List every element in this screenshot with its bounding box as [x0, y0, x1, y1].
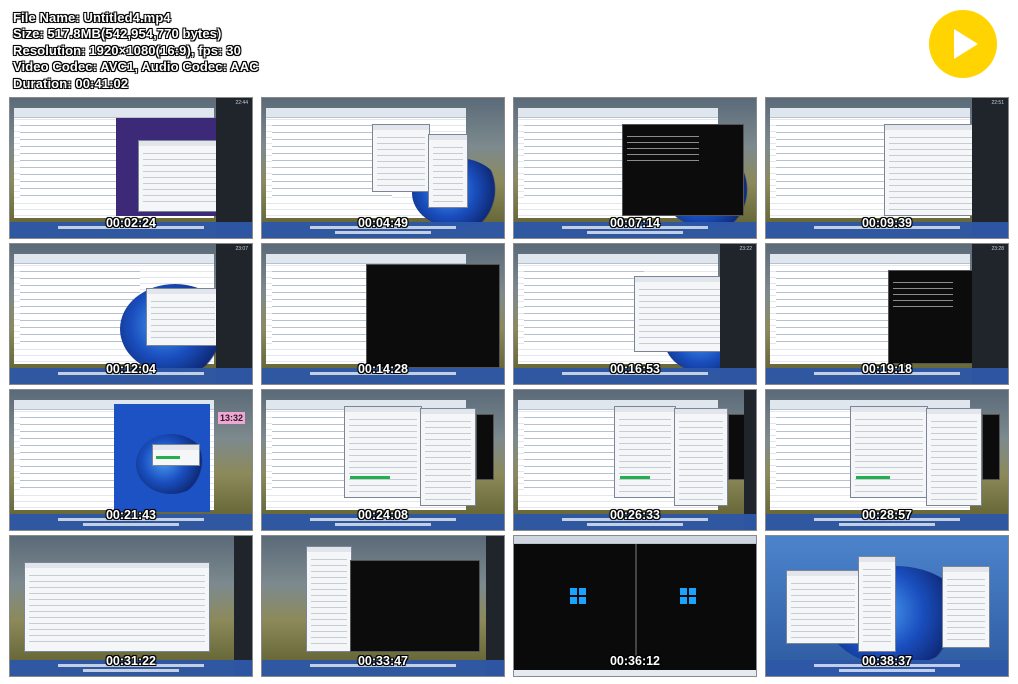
- explorer-window: [24, 562, 210, 652]
- dialog-window: [138, 140, 222, 212]
- vm-info-panel: [420, 408, 476, 506]
- settings-window-2: [942, 566, 990, 648]
- progress-bar-fill: [856, 476, 890, 479]
- sticky-note: 13:32: [218, 412, 246, 424]
- thumbnail[interactable]: 22:44 00:02:24: [9, 97, 253, 239]
- file-size-text: Size: 517.8MB(542,954,770 bytes): [13, 26, 222, 42]
- black-panel: [350, 560, 480, 652]
- vm-info-panel: [926, 408, 982, 506]
- thumbnail-timestamp: 00:26:33: [609, 508, 661, 522]
- thumbnail-timestamp: 00:21:43: [105, 508, 157, 522]
- explorer-window: [306, 546, 352, 652]
- thumbnail-timestamp: 00:14:28: [357, 362, 409, 376]
- file-name-text: File Name: Untitled4.mp4: [13, 10, 171, 25]
- settings-window: [786, 570, 860, 644]
- console-window: [622, 124, 744, 216]
- vm-settings-window: [850, 406, 928, 498]
- thumbnail[interactable]: 23:07 00:12:04: [9, 243, 253, 385]
- thumbnail-timestamp: 00:02:24: [105, 216, 157, 230]
- thumbnail[interactable]: 00:04:49: [261, 97, 505, 239]
- thumbnail-timestamp: 00:07:14: [609, 216, 661, 230]
- thumbnail[interactable]: 00:26:33: [513, 389, 757, 531]
- black-panel: [366, 264, 500, 368]
- thumbnail-timestamp: 00:38:37: [861, 654, 913, 668]
- file-info-block: File Name: Untitled4.mp4 Size: 517.8MB(5…: [13, 10, 259, 92]
- vm-preview: [476, 414, 494, 480]
- thumbnail[interactable]: 00:38:37: [765, 535, 1009, 677]
- side-panel: [428, 134, 468, 208]
- thumbnail[interactable]: 23:28 00:19:18: [765, 243, 1009, 385]
- thumbnail[interactable]: 23:22 00:16:53: [513, 243, 757, 385]
- windows-logo-icon: [680, 588, 696, 604]
- thumbnail[interactable]: 00:24:08: [261, 389, 505, 531]
- thumbnail[interactable]: 00:28:57: [765, 389, 1009, 531]
- thumbnail-timestamp: 00:12:04: [105, 362, 157, 376]
- vm-settings-window: [344, 406, 422, 498]
- vm-info-panel: [674, 408, 728, 506]
- thumbnail[interactable]: 00:33:47: [261, 535, 505, 677]
- thumbnail-timestamp: 00:04:49: [357, 216, 409, 230]
- play-icon: [954, 29, 978, 59]
- progress-bar-fill: [350, 476, 390, 479]
- progress-bar-fill: [620, 476, 650, 479]
- progress-bar-fill: [156, 456, 180, 459]
- thumbnail[interactable]: 00:31:22: [9, 535, 253, 677]
- thumbnail-grid: 22:44 00:02:24 00:04:49 00:07:14 22:51 0…: [9, 97, 1011, 679]
- explorer-window: [884, 124, 986, 216]
- thumbnail-timestamp: 00:16:53: [609, 362, 661, 376]
- play-button[interactable]: [929, 10, 997, 78]
- windows-logo-icon: [570, 588, 586, 604]
- thumbnail[interactable]: 00:07:14: [513, 97, 757, 239]
- thumbnail[interactable]: 00:14:28: [261, 243, 505, 385]
- thumbnail[interactable]: 00:36:12: [513, 535, 757, 677]
- thumbnail-timestamp: 00:09:39: [861, 216, 913, 230]
- duration-text: Duration: 00:41:02: [13, 75, 129, 91]
- thumbnail-timestamp: 00:36:12: [609, 654, 661, 668]
- thumbnail[interactable]: 13:32 00:21:43: [9, 389, 253, 531]
- thumbnail-timestamp: 00:31:22: [105, 654, 157, 668]
- thumbnail-timestamp: 00:24:08: [357, 508, 409, 522]
- settings-panel: [858, 556, 896, 652]
- vm-settings-window: [614, 406, 676, 498]
- dialog-window: [146, 288, 220, 346]
- dialog-window: [372, 124, 430, 192]
- progress-dialog: [152, 444, 200, 466]
- resolution-text: Resolution: 1920×1080(16:9), fps: 30: [13, 42, 241, 58]
- codec-text: Video Codec: AVC1, Audio Codec: AAC: [13, 59, 259, 75]
- thumbnail[interactable]: 22:51 00:09:39: [765, 97, 1009, 239]
- thumbnail-timestamp: 00:19:18: [861, 362, 913, 376]
- vm-preview: [982, 414, 1000, 480]
- thumbnail-timestamp: 00:33:47: [357, 654, 409, 668]
- thumbnail-timestamp: 00:28:57: [861, 508, 913, 522]
